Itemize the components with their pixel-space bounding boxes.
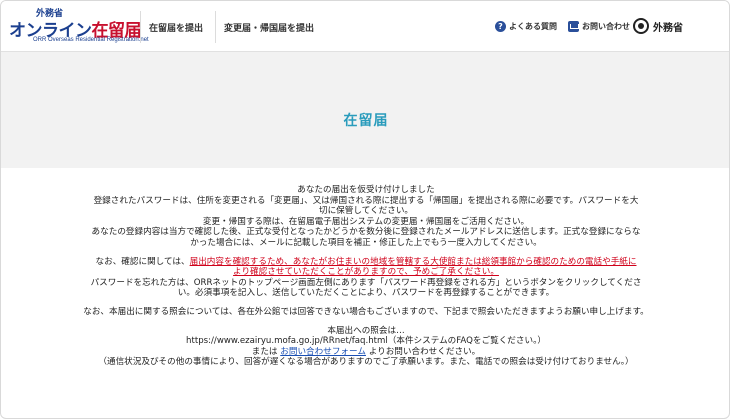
contact-label: お問い合わせ (582, 22, 630, 31)
inquiry-note: （通信状況及びその他の事情により、回答が遅くなる場合がありますのでご了承願います… (98, 357, 634, 368)
inquiry-or: または (251, 346, 278, 357)
notice-red-text: 届出内容を確認するため、あなたがお住まいの地域を管轄する大使館または総領事館から… (189, 256, 637, 267)
page-frame: 外務省 オンライン在留届 ORR Overseas Residential Re… (0, 0, 730, 419)
message-line: あなたの登録内容は当方で確認した後、正式な受付となったかどうかを数分後に登録され… (91, 227, 641, 238)
orr-logo[interactable]: 外務省 オンライン在留届 ORR Overseas Residential Re… (9, 6, 149, 48)
message-line: かった場合には、メールに記載した項目を補正・修正した上でもう一度入力してください… (190, 237, 542, 248)
nav-submit-registration[interactable]: 在留届を提出 (149, 21, 203, 34)
faq-url: https://www.ezairyu.mofa.go.jp/RRnet/faq… (186, 336, 546, 347)
message-line: パスワードを忘れた方は、ORRネットのトップページ画面左側にあります「パスワード… (90, 277, 642, 288)
faq-link[interactable]: ? よくある質問 (495, 21, 557, 32)
emblem-icon (633, 18, 649, 34)
title-band: 在留届 (1, 52, 729, 168)
message-line: あなたの届出を仮受け付けしました (297, 185, 435, 195)
inquiry-title: 本届出への照会は… (327, 325, 405, 336)
message-line: 登録されたパスワードは、住所を変更される「変更届」、又は帰国される際に提出する「… (93, 195, 639, 206)
logo-subtitle: ORR Overseas Residential Registration.ne… (33, 37, 149, 43)
page-title: 在留届 (343, 113, 389, 129)
nav-divider (140, 11, 141, 43)
inquiry-after: よりお問い合わせください。 (368, 346, 481, 357)
nav-submit-change-return[interactable]: 変更届・帰国届を提出 (224, 21, 314, 34)
question-icon: ? (495, 21, 506, 32)
confirmation-notice: なお、確認に関しては、届出内容を確認するため、あなたがお住まいの地域を管轄する大… (11, 257, 721, 268)
confirmation-notice-cont: より確認させていただくことがありますので、予めご了承ください。 (11, 267, 721, 278)
faq-label: よくある質問 (509, 22, 557, 31)
nav-divider (215, 11, 216, 43)
message-line: 変更・帰国する際は、在留届電子届出システムの変更届・帰国届をご活用ください。 (202, 216, 530, 227)
site-header: 外務省 オンライン在留届 ORR Overseas Residential Re… (1, 1, 729, 52)
contact-form-link[interactable]: お問い合わせフォーム (280, 347, 366, 357)
inquiry-line: または お問い合わせフォーム よりお問い合わせください。 (11, 347, 721, 358)
message-line: なお、本届出に関する照会については、各在外公館では回答できない場合もございますの… (83, 306, 649, 317)
notice-red-text: より確認させていただくことがありますので、予めご了承ください。 (233, 267, 499, 278)
message-line: い。必須事項を記入し、送信していただくことにより、パスワードを再登録することがで… (177, 288, 555, 299)
mail-icon (568, 21, 579, 32)
mofa-label: 外務省 (653, 22, 683, 34)
contact-link[interactable]: お問い合わせ (568, 21, 630, 32)
notice-prefix: なお、確認に関しては、 (95, 256, 190, 267)
message-line: 切に保管してください。 (318, 206, 414, 217)
confirmation-message: あなたの届出を仮受け付けしました 登録されたパスワードは、住所を変更される「変更… (11, 185, 721, 368)
mofa-logo[interactable]: 外務省 (633, 18, 683, 34)
